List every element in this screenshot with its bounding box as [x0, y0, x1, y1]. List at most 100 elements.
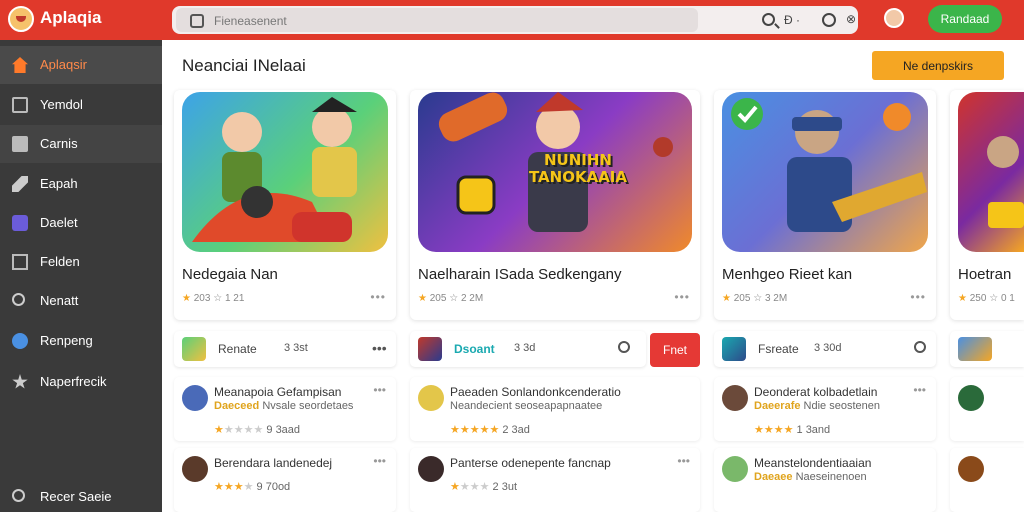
mini-app-name: Dsoant: [454, 342, 495, 356]
game-card[interactable]: Menhgeo Rieet kan ★ 205 ☆ 3 2M •••: [714, 90, 936, 320]
square-icon: [12, 97, 28, 113]
settings-circle-icon[interactable]: [822, 13, 836, 27]
game-title[interactable]: Nedegaia Nan: [182, 266, 278, 283]
sidebar-item-label: Aplaqsir: [40, 57, 87, 72]
avatar: [418, 385, 444, 411]
avatar: [958, 456, 984, 482]
app-thumbnail: [418, 337, 442, 361]
sidebar-item-label: Carnis: [40, 136, 78, 151]
mini-app-bar[interactable]: Fsreate 3 30d: [714, 331, 936, 367]
star-icon: ★: [958, 293, 967, 304]
rating: ★★★★ 2 3ut: [450, 481, 517, 493]
mini-app-bar[interactable]: [950, 331, 1024, 367]
globe-icon: [12, 333, 28, 349]
list-item[interactable]: [950, 377, 1024, 441]
game-artwork-image[interactable]: [958, 92, 1024, 252]
game-card[interactable]: NUNIHN TANOKAAIA Naelharain ISada Sedken…: [410, 90, 700, 320]
sidebar-item-yemdol[interactable]: Yemdol: [0, 86, 162, 124]
list-item[interactable]: Meanstelondentiaaian Daeaee Naeseinenoen: [714, 448, 936, 512]
game-title[interactable]: Menhgeo Rieet kan: [722, 266, 852, 283]
more-options-icon[interactable]: •••: [370, 290, 386, 304]
list-item-tag: Daeceed: [214, 400, 260, 412]
search-icon[interactable]: [914, 341, 926, 353]
app-thumbnail: [722, 337, 746, 361]
list-item-subtitle: Neandecient seoseapapnaatee: [450, 400, 602, 412]
page-title: Neanciai INelaai: [182, 56, 306, 75]
more-options-icon[interactable]: •••: [373, 383, 386, 397]
rating: ★★★★ 9 70od: [214, 481, 291, 493]
sidebar-item-carnis[interactable]: Carnis: [0, 125, 162, 163]
mini-app-value: 3 30d: [814, 342, 842, 354]
more-options-icon[interactable]: •••: [674, 290, 690, 304]
rating-text: 9 70od: [256, 481, 291, 493]
game-artwork-image[interactable]: [182, 92, 388, 252]
grid-icon: [12, 254, 28, 270]
red-action-button[interactable]: Fnet: [650, 333, 700, 367]
close-icon[interactable]: ⊗: [846, 12, 856, 26]
sidebar-item-label: Felden: [40, 254, 80, 269]
sidebar: Aplaqsir Yemdol Carnis Eapah Daelet Feld…: [0, 40, 162, 512]
sidebar-item-label: Naperfrecik: [40, 374, 107, 389]
game-title[interactable]: Hoetran: [958, 266, 1011, 283]
search-option[interactable]: Ð ·: [784, 13, 800, 27]
sidebar-item-felden[interactable]: Felden: [0, 243, 162, 281]
app-logo-icon[interactable]: [8, 6, 34, 32]
rating-text: 2 3ad: [502, 424, 530, 436]
rating-text: 9 3aad: [266, 424, 301, 436]
more-options-icon[interactable]: •••: [913, 383, 926, 397]
sidebar-item-eapah[interactable]: Eapah: [0, 165, 162, 203]
sidebar-item-daelet[interactable]: Daelet: [0, 204, 162, 242]
sidebar-item-naperfrecik[interactable]: Naperfrecik: [0, 363, 162, 401]
avatar: [418, 456, 444, 482]
app-name[interactable]: Aplaqia: [40, 8, 101, 28]
search-field[interactable]: [176, 8, 698, 32]
avatar: [722, 456, 748, 482]
list-item-title: Meanapoia Gefampisan: [214, 385, 342, 399]
star-icon: ★: [418, 293, 427, 304]
game-card[interactable]: Hoetran ★ 250 ☆ 0 1: [950, 90, 1024, 320]
list-item[interactable]: Panterse odenepente fancnap ★★★★ 2 3ut •…: [410, 448, 700, 512]
mini-app-bar[interactable]: Renate 3 3st •••: [174, 331, 396, 367]
top-bar: Aplaqia Ð · ⊗ Randaad: [0, 0, 1024, 40]
list-item[interactable]: Deonderat kolbadetlain Daeerafe Ndie seo…: [714, 377, 936, 441]
list-item-sub-text: Neandecient seoseapapnaatee: [450, 400, 603, 412]
more-options-icon[interactable]: •••: [677, 454, 690, 468]
more-options-icon[interactable]: •••: [910, 290, 926, 304]
search-icon[interactable]: [618, 341, 630, 353]
search-icon[interactable]: [762, 13, 775, 26]
game-art-shapes: [192, 97, 357, 242]
header-action-button[interactable]: Randaad: [928, 5, 1002, 33]
list-item[interactable]: Paeaden Sonlandonkcenderatio Neandecient…: [410, 377, 700, 441]
avatar: [722, 385, 748, 411]
game-meta: ★ 203 ☆ 1 21: [182, 293, 244, 304]
list-item[interactable]: [950, 448, 1024, 512]
game-title[interactable]: Naelharain ISada Sedkengany: [418, 266, 621, 283]
top-action-button[interactable]: Ne denpskirs: [872, 51, 1004, 80]
avatar: [182, 456, 208, 482]
search-input[interactable]: [214, 12, 694, 30]
sidebar-item-renpeng[interactable]: Renpeng: [0, 322, 162, 360]
card-icon: [12, 136, 28, 152]
more-options-icon[interactable]: •••: [372, 340, 387, 356]
list-item[interactable]: Berendara landenedej ★★★★ 9 70od •••: [174, 448, 396, 512]
game-artwork-image[interactable]: NUNIHN TANOKAAIA: [418, 92, 692, 252]
sidebar-item-label: Yemdol: [40, 97, 83, 112]
more-options-icon[interactable]: •••: [373, 454, 386, 468]
list-item-sub-text: Ndie seostenen: [803, 400, 880, 412]
list-item[interactable]: Meanapoia Gefampisan Daeceed Nvsale seor…: [174, 377, 396, 441]
mini-app-name: Renate: [218, 342, 257, 356]
sidebar-item-aplaqsir[interactable]: Aplaqsir: [0, 46, 162, 84]
tabs-icon: [190, 14, 204, 28]
game-meta-text: 203 ☆ 1 21: [193, 293, 245, 304]
game-meta-text: 205 ☆ 2 2M: [429, 293, 484, 304]
game-art-shapes: [987, 136, 1024, 228]
list-item-title: Berendara landenedej: [214, 456, 333, 470]
sidebar-item-nenatt[interactable]: Nenatt: [0, 282, 162, 320]
search-bar: Ð · ⊗: [172, 6, 858, 34]
game-card[interactable]: Nedegaia Nan ★ 203 ☆ 1 21 •••: [174, 90, 396, 320]
sidebar-item-bottom[interactable]: Recer Saeie: [0, 478, 162, 512]
app-thumbnail: [182, 337, 206, 361]
mini-app-bar[interactable]: Dsoant 3 3d: [410, 331, 646, 367]
user-avatar[interactable]: [884, 8, 904, 28]
game-artwork-image[interactable]: [722, 92, 928, 252]
